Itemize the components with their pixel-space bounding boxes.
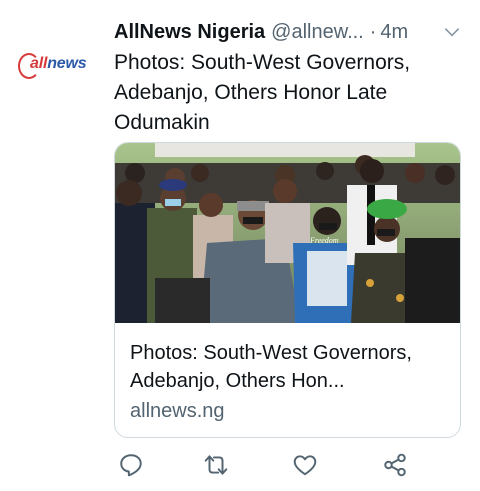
like-icon	[292, 455, 318, 482]
photo-shirt-text: Freedom	[309, 236, 339, 245]
logo-suffix: news	[47, 55, 87, 72]
tweet-header: AllNews Nigeria @allnew... · 4m	[114, 18, 464, 46]
card-headline[interactable]: Photos: South-West Governors, Adebanjo, …	[130, 339, 450, 395]
link-card[interactable]: Freedom Photos: South-West Governors, Ad	[114, 142, 461, 438]
tweet[interactable]: allnews AllNews Nigeria @allnew... · 4m …	[0, 0, 480, 491]
card-photo[interactable]: Freedom	[115, 143, 460, 323]
reply-button[interactable]	[118, 452, 148, 482]
logo-arc-icon	[18, 53, 40, 79]
separator-dot: ·	[369, 20, 377, 43]
tweet-actions	[114, 452, 414, 484]
chevron-down-icon[interactable]	[442, 22, 462, 42]
tweet-timestamp[interactable]: 4m	[380, 21, 408, 44]
account-name[interactable]: AllNews Nigeria	[114, 21, 265, 44]
allnews-logo: allnews	[18, 53, 87, 79]
retweet-icon	[203, 455, 229, 482]
like-button[interactable]	[292, 452, 322, 482]
card-domain[interactable]: allnews.ng	[130, 400, 225, 423]
retweet-button[interactable]	[203, 452, 233, 482]
share-icon	[382, 453, 408, 482]
share-button[interactable]	[382, 452, 412, 482]
tweet-text: Photos: South-West Governors, Adebanjo, …	[114, 51, 411, 134]
account-handle[interactable]: @allnew...	[271, 21, 364, 44]
reply-icon	[118, 454, 144, 482]
avatar[interactable]: allnews	[18, 42, 98, 86]
